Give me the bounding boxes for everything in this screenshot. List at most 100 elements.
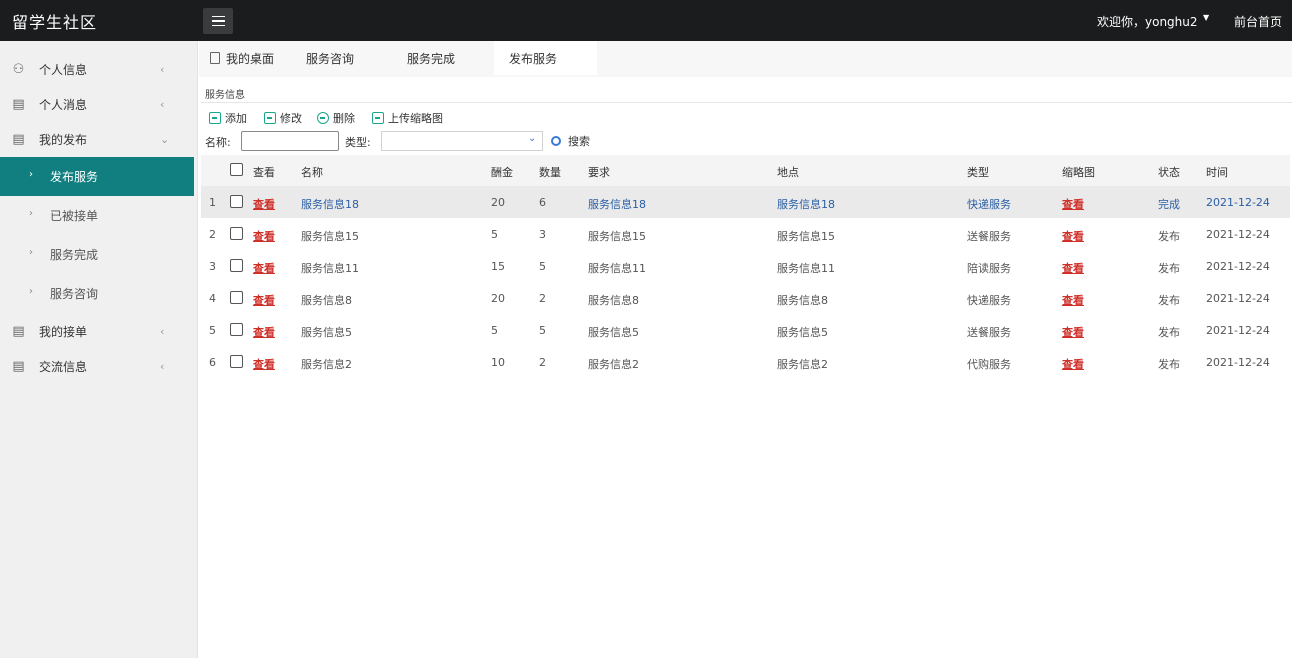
document-icon: ▤: [12, 96, 25, 112]
chevron-right-icon: ›: [29, 208, 33, 219]
row-index: 2: [209, 228, 216, 241]
cell-name: 服务信息8: [301, 294, 352, 307]
thumb-link[interactable]: 查看: [1062, 324, 1084, 340]
sidebar-sub-consult[interactable]: › 服务咨询: [0, 274, 194, 313]
content-area: [201, 378, 1292, 658]
front-home-link[interactable]: 前台首页: [1234, 13, 1282, 30]
sidebar-sub-label: 发布服务: [50, 170, 99, 184]
tab-desktop[interactable]: 我的桌面: [210, 41, 274, 75]
header-req: 要求: [588, 166, 610, 179]
tab-label: 我的桌面: [226, 51, 275, 66]
header-qty: 数量: [539, 166, 561, 179]
search-button[interactable]: 搜索: [551, 133, 590, 149]
edit-button[interactable]: 修改: [264, 110, 302, 126]
name-input[interactable]: [241, 131, 339, 151]
sidebar-item-personal-info[interactable]: ⚇ 个人信息 ‹: [0, 52, 198, 86]
app-title: 留学生社区: [12, 13, 98, 32]
sidebar-item-my-posts[interactable]: ▤ 我的发布 ⌄: [0, 122, 198, 156]
cell-type: 陪读服务: [967, 262, 1011, 275]
select-all-checkbox[interactable]: [230, 163, 243, 176]
chevron-left-icon: ‹: [160, 97, 165, 111]
divider: [201, 102, 1292, 103]
table-row[interactable]: 2 查看 服务信息15 5 3 服务信息15 服务信息15 送餐服务 查看 发布…: [201, 218, 1290, 250]
cell-place: 服务信息8: [777, 294, 828, 307]
add-icon: [209, 112, 221, 124]
user-menu[interactable]: 欢迎你，yonghu2: [1097, 13, 1198, 30]
row-index: 3: [209, 260, 216, 273]
cell-type: 代购服务: [967, 358, 1011, 371]
cell-reward: 20: [491, 292, 505, 305]
tab-publish-service[interactable]: 发布服务: [494, 41, 597, 75]
sidebar-sub-accepted[interactable]: › 已被接单: [0, 196, 194, 235]
cell-name: 服务信息5: [301, 326, 352, 339]
view-link[interactable]: 查看: [253, 292, 275, 308]
sidebar-item-my-orders[interactable]: ▤ 我的接单 ‹: [0, 314, 198, 348]
cell-time: 2021-12-24: [1206, 260, 1270, 273]
cell-name: 服务信息15: [301, 230, 359, 243]
cell-status: 发布: [1158, 326, 1180, 339]
add-button[interactable]: 添加: [209, 110, 247, 126]
caret-down-icon[interactable]: ▼: [1203, 13, 1209, 22]
sidebar-sub-label: 已被接单: [50, 209, 99, 223]
row-checkbox[interactable]: [230, 259, 243, 272]
tab-completed[interactable]: 服务完成: [407, 41, 455, 75]
header-name: 名称: [301, 166, 323, 179]
cell-status: 完成: [1158, 198, 1180, 211]
menu-toggle-icon[interactable]: [203, 8, 233, 34]
upload-icon: [372, 112, 384, 124]
row-checkbox[interactable]: [230, 323, 243, 336]
sidebar-item-personal-messages[interactable]: ▤ 个人消息 ‹: [0, 87, 198, 121]
sidebar-sub-publish-service[interactable]: › 发布服务: [0, 157, 194, 196]
thumb-link[interactable]: 查看: [1062, 228, 1084, 244]
type-select[interactable]: ⌄: [381, 131, 543, 151]
cell-time: 2021-12-24: [1206, 292, 1270, 305]
top-bar: 留学生社区 欢迎你，yonghu2 ▼ 前台首页: [0, 0, 1292, 41]
cell-type: 送餐服务: [967, 326, 1011, 339]
table-row[interactable]: 5 查看 服务信息5 5 5 服务信息5 服务信息5 送餐服务 查看 发布 20…: [201, 314, 1290, 346]
row-checkbox[interactable]: [230, 227, 243, 240]
chevron-right-icon: ›: [29, 247, 33, 258]
cell-req: 服务信息18: [588, 198, 646, 211]
row-checkbox[interactable]: [230, 195, 243, 208]
thumb-link[interactable]: 查看: [1062, 292, 1084, 308]
cell-req: 服务信息5: [588, 326, 639, 339]
cell-time: 2021-12-24: [1206, 356, 1270, 369]
table-row[interactable]: 3 查看 服务信息11 15 5 服务信息11 服务信息11 陪读服务 查看 发…: [201, 250, 1290, 282]
tab-consult[interactable]: 服务咨询: [306, 41, 354, 75]
cell-req: 服务信息11: [588, 262, 646, 275]
view-link[interactable]: 查看: [253, 228, 275, 244]
view-link[interactable]: 查看: [253, 260, 275, 276]
cell-status: 发布: [1158, 262, 1180, 275]
tab-label: 服务咨询: [306, 51, 355, 66]
cell-status: 发布: [1158, 294, 1180, 307]
thumb-link[interactable]: 查看: [1062, 356, 1084, 372]
view-link[interactable]: 查看: [253, 196, 275, 212]
table-row[interactable]: 4 查看 服务信息8 20 2 服务信息8 服务信息8 快递服务 查看 发布 2…: [201, 282, 1290, 314]
row-index: 1: [209, 196, 216, 209]
chevron-left-icon: ‹: [160, 62, 165, 76]
view-link[interactable]: 查看: [253, 356, 275, 372]
row-checkbox[interactable]: [230, 291, 243, 304]
cell-reward: 20: [491, 196, 505, 209]
row-checkbox[interactable]: [230, 355, 243, 368]
cell-reward: 5: [491, 228, 498, 241]
cell-place: 服务信息15: [777, 230, 835, 243]
cell-name: 服务信息18: [301, 198, 359, 211]
delete-button[interactable]: 删除: [317, 110, 355, 126]
cell-qty: 6: [539, 196, 546, 209]
sidebar-sub-completed[interactable]: › 服务完成: [0, 235, 194, 274]
tab-label: 服务完成: [407, 51, 456, 66]
upload-thumbnail-button[interactable]: 上传缩略图: [372, 110, 443, 126]
sidebar-item-label: 交流信息: [39, 359, 88, 374]
table-row[interactable]: 6 查看 服务信息2 10 2 服务信息2 服务信息2 代购服务 查看 发布 2…: [201, 346, 1290, 378]
cell-time: 2021-12-24: [1206, 324, 1270, 337]
sidebar-item-label: 个人信息: [39, 62, 88, 77]
table-row[interactable]: 1 查看 服务信息18 20 6 服务信息18 服务信息18 快递服务 查看 完…: [201, 186, 1290, 218]
cell-qty: 2: [539, 292, 546, 305]
upload-label: 上传缩略图: [388, 112, 443, 125]
chevron-left-icon: ‹: [160, 324, 165, 338]
thumb-link[interactable]: 查看: [1062, 260, 1084, 276]
view-link[interactable]: 查看: [253, 324, 275, 340]
sidebar-item-exchange[interactable]: ▤ 交流信息 ‹: [0, 349, 198, 383]
thumb-link[interactable]: 查看: [1062, 196, 1084, 212]
